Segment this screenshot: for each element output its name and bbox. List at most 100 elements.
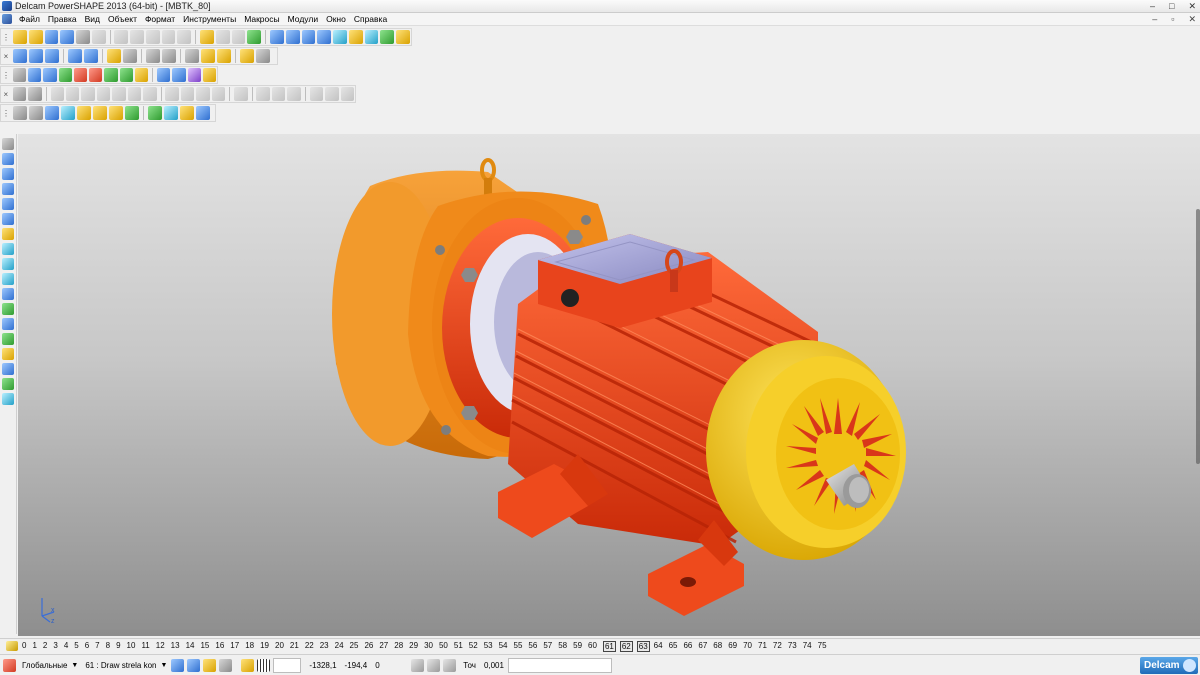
feature-h-icon[interactable] <box>165 87 179 101</box>
feature-j-icon[interactable] <box>196 87 210 101</box>
symbol-tool-icon[interactable] <box>2 303 14 315</box>
edit-l-icon[interactable] <box>196 106 210 120</box>
print-icon[interactable] <box>76 30 90 44</box>
cut-icon[interactable] <box>114 30 129 44</box>
circle-icon[interactable] <box>301 30 316 44</box>
toolbar-grip[interactable]: ⋮ <box>2 68 10 82</box>
line-tool-icon[interactable] <box>2 183 14 195</box>
level-button[interactable]: 7 <box>95 641 99 652</box>
menu-window[interactable]: Окно <box>322 14 350 24</box>
level-button[interactable]: 14 <box>186 641 195 652</box>
level-select[interactable]: 61 : Draw strela kon ▼ <box>82 658 167 673</box>
toolbar-grip[interactable]: ⋮ <box>2 30 10 44</box>
workplane-icon[interactable] <box>3 658 16 672</box>
menu-macros[interactable]: Макросы <box>240 14 283 24</box>
feature-a-icon[interactable] <box>50 87 64 101</box>
save-icon[interactable] <box>60 30 74 44</box>
level-button[interactable]: 60 <box>588 641 597 652</box>
toolbar-grip[interactable]: ⋮ <box>2 106 10 120</box>
view-box-icon[interactable] <box>68 49 82 63</box>
selection-icon[interactable] <box>91 30 106 44</box>
menu-tools[interactable]: Инструменты <box>179 14 240 24</box>
redo-icon[interactable] <box>215 30 230 44</box>
level-button[interactable]: 8 <box>106 641 110 652</box>
repeat-icon[interactable] <box>231 30 246 44</box>
level-button[interactable]: 58 <box>558 641 567 652</box>
feature-o-icon[interactable] <box>287 87 301 101</box>
edit-g-icon[interactable] <box>109 106 123 120</box>
lamp-tool-icon[interactable] <box>2 363 14 375</box>
feature-m-icon[interactable] <box>256 87 270 101</box>
arc-icon[interactable] <box>285 30 300 44</box>
level-button[interactable]: 3 <box>53 641 57 652</box>
mesh-tool-icon[interactable] <box>2 273 14 285</box>
chevron-down-icon[interactable]: ▼ <box>71 658 78 673</box>
view-front-icon[interactable] <box>29 49 43 63</box>
level-button[interactable]: 20 <box>275 641 284 652</box>
level-button[interactable]: 21 <box>290 641 299 652</box>
dimension-icon[interactable] <box>333 30 347 44</box>
menu-view[interactable]: Вид <box>81 14 104 24</box>
wireframe-icon[interactable] <box>185 49 199 63</box>
level-button[interactable]: 5 <box>74 641 78 652</box>
level-button[interactable]: 27 <box>379 641 388 652</box>
solid-icon[interactable] <box>380 30 395 44</box>
revolve-icon[interactable] <box>134 68 149 82</box>
point-icon[interactable] <box>2 168 14 180</box>
view-top-icon[interactable] <box>45 49 59 63</box>
close-button[interactable]: ✕ <box>1188 0 1196 12</box>
edit-b-icon[interactable] <box>29 106 43 120</box>
level-button[interactable]: 65 <box>669 641 678 652</box>
level-button[interactable]: 67 <box>698 641 707 652</box>
shaded-icon[interactable] <box>201 49 215 63</box>
edit-c-icon[interactable] <box>45 106 59 120</box>
level-button[interactable]: 19 <box>260 641 269 652</box>
undo-icon[interactable] <box>200 30 214 44</box>
edit-d-icon[interactable] <box>61 106 75 120</box>
model-icon[interactable] <box>13 68 27 82</box>
level-button[interactable]: 52 <box>469 641 478 652</box>
coord-z[interactable]: 0 <box>371 658 407 673</box>
level-button[interactable]: 74 <box>803 641 812 652</box>
feature-k-icon[interactable] <box>211 87 226 101</box>
workplane-select[interactable]: Глобальные ▼ <box>19 658 78 673</box>
level-button[interactable]: 15 <box>200 641 209 652</box>
level-button[interactable]: 6 <box>85 641 89 652</box>
view-iso-icon[interactable] <box>13 49 27 63</box>
delete-icon[interactable] <box>177 30 192 44</box>
feature-tool-icon[interactable] <box>2 393 14 405</box>
level-button[interactable]: 59 <box>573 641 582 652</box>
feature-b-icon[interactable] <box>65 87 80 101</box>
level-button[interactable]: 56 <box>528 641 537 652</box>
lighting-icon[interactable] <box>240 49 254 63</box>
level-button[interactable]: 66 <box>683 641 692 652</box>
level-button[interactable]: 61 <box>602 640 616 652</box>
copy-icon[interactable] <box>130 30 144 44</box>
minimize-button[interactable]: – <box>1150 0 1155 12</box>
draft-icon[interactable] <box>28 87 42 101</box>
edit-j-icon[interactable] <box>164 106 178 120</box>
arc-tool-icon[interactable] <box>2 198 14 210</box>
maximize-button[interactable]: □ <box>1169 0 1174 12</box>
feature-r-icon[interactable] <box>340 87 354 101</box>
level-button[interactable]: 71 <box>758 641 767 652</box>
settings-icon[interactable] <box>256 49 270 63</box>
level-button[interactable]: 16 <box>215 641 224 652</box>
workplane-icon[interactable] <box>2 153 14 165</box>
level-button[interactable]: 53 <box>484 641 493 652</box>
edit-i-icon[interactable] <box>148 106 162 120</box>
line-icon[interactable] <box>270 30 284 44</box>
level-button[interactable]: 18 <box>245 641 254 652</box>
workplane-toggle-icon[interactable] <box>427 658 441 672</box>
level-button[interactable]: 10 <box>127 641 136 652</box>
level-button[interactable]: 9 <box>116 641 120 652</box>
open-file-icon[interactable] <box>28 30 43 44</box>
chevron-down-icon[interactable]: ▼ <box>160 658 167 673</box>
tools-icon[interactable] <box>396 30 410 44</box>
level-button[interactable]: 63 <box>636 640 650 652</box>
level-button[interactable]: 28 <box>394 641 403 652</box>
cylinder-icon[interactable] <box>58 68 72 82</box>
cone-icon[interactable] <box>104 68 118 82</box>
locate-icon[interactable] <box>203 658 217 672</box>
zoom-out-icon[interactable] <box>162 49 176 63</box>
